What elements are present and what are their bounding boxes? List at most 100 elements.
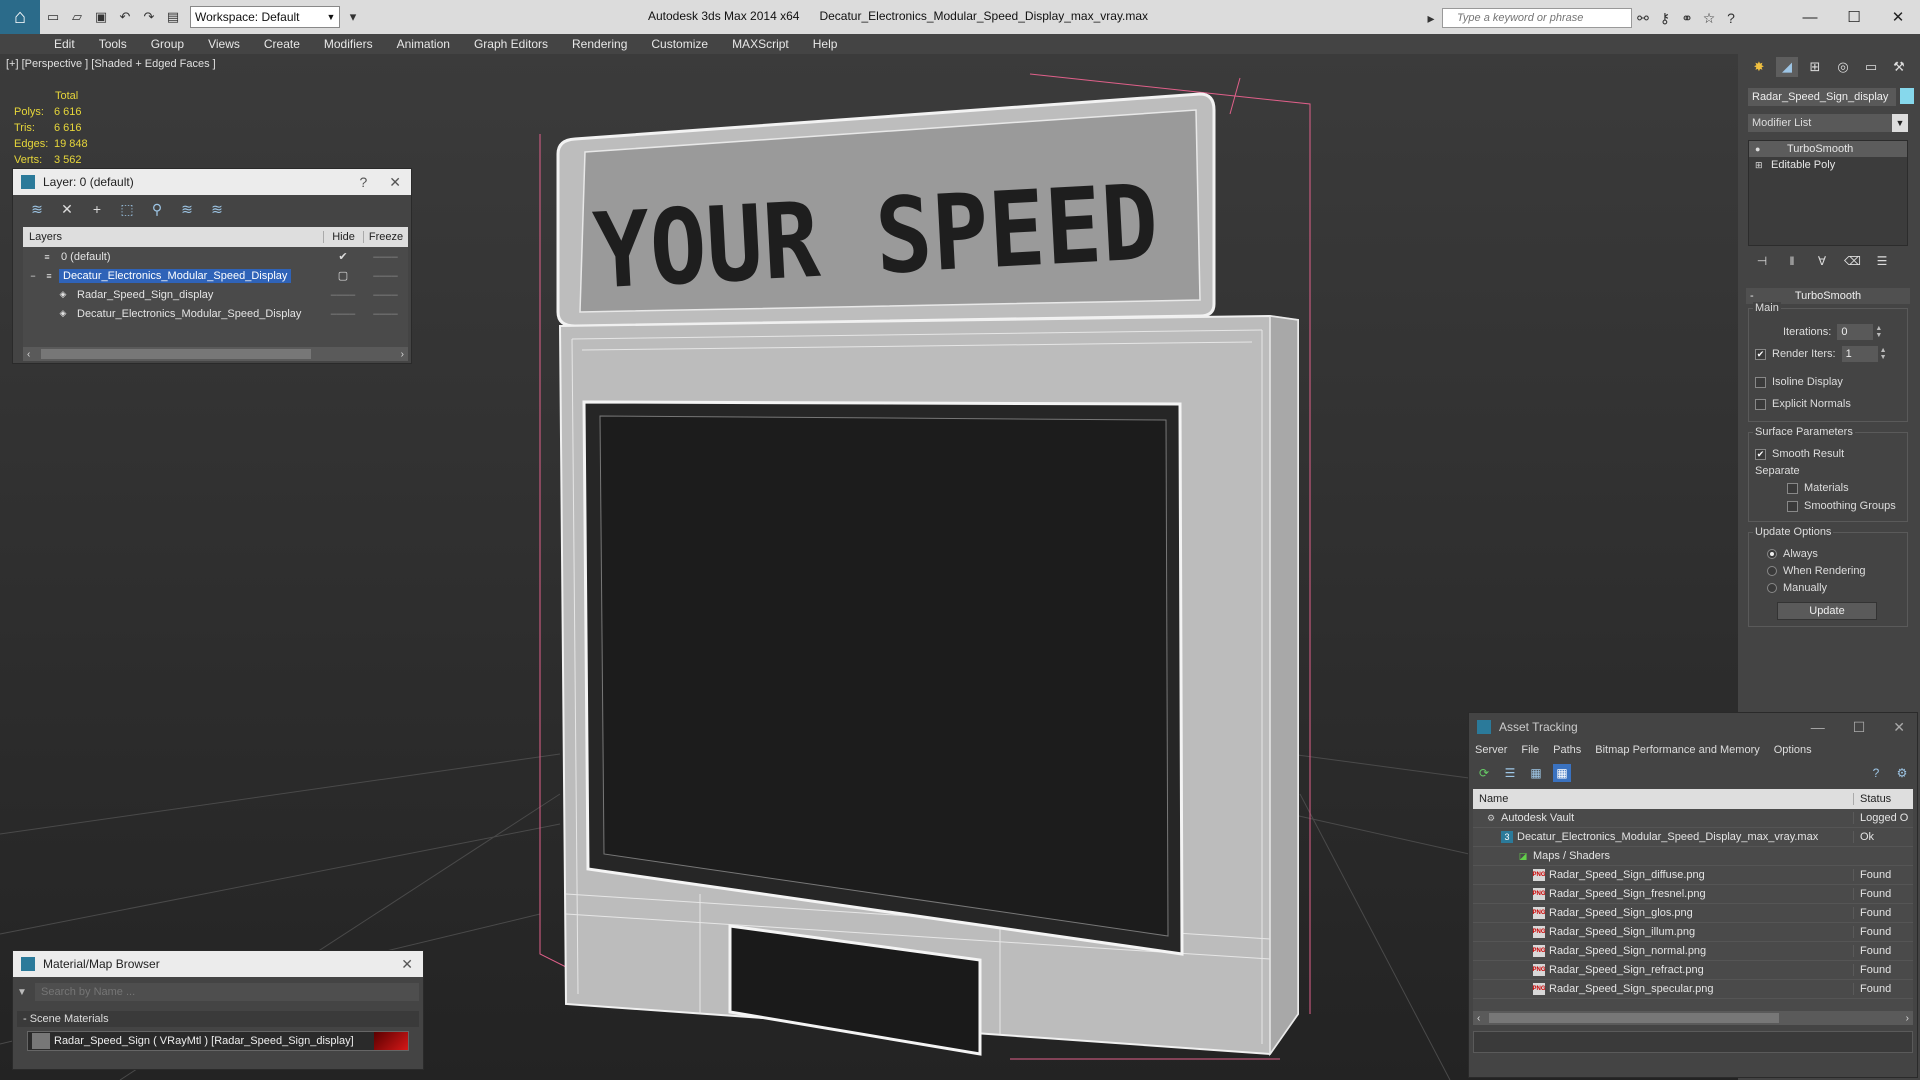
make-unique-icon[interactable]: ∀ xyxy=(1814,254,1830,270)
col-status[interactable]: Status xyxy=(1853,793,1891,805)
material-item[interactable]: Radar_Speed_Sign ( VRayMtl ) [Radar_Spee… xyxy=(27,1031,409,1051)
when-rendering-radio[interactable] xyxy=(1767,565,1777,576)
layer-horizontal-scrollbar[interactable]: ‹ › xyxy=(23,347,408,361)
scroll-thumb[interactable] xyxy=(1489,1013,1779,1023)
scroll-left-icon[interactable]: ‹ xyxy=(27,349,30,360)
quick-access-menu-icon[interactable]: ▾ xyxy=(342,6,364,28)
col-hide[interactable]: Hide xyxy=(323,231,363,243)
asset-menu-options[interactable]: Options xyxy=(1774,744,1812,756)
close-icon[interactable]: ✕ xyxy=(1876,0,1920,34)
layer-row[interactable]: − ≡ Decatur_Electronics_Modular_Speed_Disp… xyxy=(23,266,408,285)
material-browser-titlebar[interactable]: Material/Map Browser ✕ xyxy=(13,951,423,977)
select-objects-icon[interactable]: ⬚ xyxy=(117,199,137,219)
asset-tracking-titlebar[interactable]: Asset Tracking — ☐ ✕ xyxy=(1469,713,1917,741)
project-folder-icon[interactable]: ▤ xyxy=(162,6,184,28)
lightbulb-icon[interactable]: ● xyxy=(1755,144,1765,154)
highlight-layer-icon[interactable]: ⚲ xyxy=(147,199,167,219)
app-logo-icon[interactable]: ⌂ xyxy=(0,0,40,34)
stack-item-editable-poly[interactable]: ⊞ Editable Poly xyxy=(1749,157,1907,173)
thumbnail-view-icon[interactable]: ▦ xyxy=(1527,764,1545,782)
always-radio[interactable] xyxy=(1767,548,1777,559)
layer-hide-toggle[interactable]: –––– xyxy=(323,289,363,301)
stack-item-turbosmooth[interactable]: ● TurboSmooth xyxy=(1749,141,1907,157)
render-iters-checkbox[interactable]: ✔ xyxy=(1755,348,1766,360)
render-iters-spinner[interactable]: 1 xyxy=(1841,346,1878,362)
key-icon[interactable]: ⚷ xyxy=(1654,8,1676,28)
smoothing-groups-checkbox[interactable] xyxy=(1787,500,1798,512)
utilities-tab-icon[interactable]: ⚒ xyxy=(1888,57,1910,77)
display-tab-icon[interactable]: ▭ xyxy=(1860,57,1882,77)
hierarchy-tab-icon[interactable]: ⊞ xyxy=(1804,57,1826,77)
help-icon[interactable]: ? xyxy=(1867,764,1885,782)
favorites-star-icon[interactable]: ☆ xyxy=(1698,8,1720,28)
explicit-normals-checkbox[interactable] xyxy=(1755,398,1766,410)
asset-row[interactable]: ◪ Maps / Shaders xyxy=(1473,847,1913,866)
layer-freeze-toggle[interactable]: –––– xyxy=(363,270,408,282)
layer-hide-toggle[interactable]: –––– xyxy=(323,308,363,320)
collapse-icon[interactable]: − xyxy=(27,270,39,282)
redo-icon[interactable]: ↷ xyxy=(138,6,160,28)
layer-panel-titlebar[interactable]: Layer: 0 (default) ? ✕ xyxy=(13,169,411,195)
asset-menu-server[interactable]: Server xyxy=(1475,744,1507,756)
help-icon[interactable]: ? xyxy=(1720,8,1742,28)
layer-freeze-toggle[interactable]: –––– xyxy=(363,289,408,301)
delete-layer-icon[interactable]: ✕ xyxy=(57,199,77,219)
list-view-icon[interactable]: ☰ xyxy=(1501,764,1519,782)
link-icon[interactable]: ⚭ xyxy=(1676,8,1698,28)
asset-row[interactable]: 3 Decatur_Electronics_Modular_Speed_Displ… xyxy=(1473,828,1913,847)
menu-maxscript[interactable]: MAXScript xyxy=(732,37,789,51)
motion-tab-icon[interactable]: ◎ xyxy=(1832,57,1854,77)
search-input[interactable] xyxy=(1442,8,1632,28)
scroll-right-icon[interactable]: › xyxy=(1906,1013,1909,1024)
spinner-arrows-icon[interactable]: ▲ ▼ xyxy=(1880,347,1888,361)
menu-customize[interactable]: Customize xyxy=(651,37,708,51)
binoculars-icon[interactable]: ⚯ xyxy=(1632,8,1654,28)
col-layers[interactable]: Layers xyxy=(23,231,323,243)
scroll-right-icon[interactable]: › xyxy=(401,349,404,360)
spinner-arrows-icon[interactable]: ▲ ▼ xyxy=(1875,325,1883,339)
layer-row[interactable]: ≡ 0 (default) ✔ –––– xyxy=(23,247,408,266)
asset-menu-bitmap[interactable]: Bitmap Performance and Memory xyxy=(1595,744,1759,756)
viewport-label[interactable]: [+] [Perspective ] [Shaded + Edged Faces… xyxy=(6,58,216,70)
layer-row[interactable]: ◈ Radar_Speed_Sign_display –––– –––– xyxy=(23,285,408,304)
iterations-spinner[interactable]: 0 xyxy=(1837,324,1874,340)
expand-icon[interactable]: ⊞ xyxy=(1755,160,1765,171)
freeze-all-icon[interactable]: ≋ xyxy=(207,199,227,219)
table-view-icon[interactable]: ▦ xyxy=(1553,764,1571,782)
material-search-input[interactable] xyxy=(35,983,419,1001)
asset-row[interactable]: PNG Radar_Speed_Sign_refract.png Found xyxy=(1473,961,1913,980)
show-end-result-icon[interactable]: ‖ xyxy=(1784,254,1800,270)
object-color-swatch[interactable] xyxy=(1900,88,1914,104)
scene-materials-section[interactable]: - Scene Materials xyxy=(17,1011,419,1027)
asset-menu-paths[interactable]: Paths xyxy=(1553,744,1581,756)
manually-radio[interactable] xyxy=(1767,582,1777,593)
modifier-list-dropdown[interactable]: Modifier List ▼ xyxy=(1748,114,1908,132)
smooth-result-checkbox[interactable]: ✔ xyxy=(1755,448,1766,460)
asset-row[interactable]: PNG Radar_Speed_Sign_glos.png Found xyxy=(1473,904,1913,923)
col-name[interactable]: Name xyxy=(1473,793,1853,805)
maximize-icon[interactable]: ☐ xyxy=(1832,0,1876,34)
asset-row[interactable]: ⚙ Autodesk Vault Logged O xyxy=(1473,809,1913,828)
close-icon[interactable]: ✕ xyxy=(401,956,413,973)
minimize-icon[interactable]: — xyxy=(1788,0,1832,34)
maximize-icon[interactable]: ☐ xyxy=(1853,719,1866,736)
hide-all-icon[interactable]: ≋ xyxy=(177,199,197,219)
layer-freeze-toggle[interactable]: –––– xyxy=(363,308,408,320)
minimize-icon[interactable]: — xyxy=(1811,719,1825,736)
remove-modifier-icon[interactable]: ⌫ xyxy=(1844,254,1861,270)
menu-create[interactable]: Create xyxy=(264,37,300,51)
scroll-left-icon[interactable]: ‹ xyxy=(1477,1013,1480,1024)
object-name-field[interactable]: Radar_Speed_Sign_display xyxy=(1748,88,1896,106)
scroll-thumb[interactable] xyxy=(41,349,311,359)
layer-settings-icon[interactable]: ≋ xyxy=(27,199,47,219)
layer-hide-toggle[interactable]: ▢ xyxy=(323,269,363,282)
asset-menu-file[interactable]: File xyxy=(1521,744,1539,756)
isoline-checkbox[interactable] xyxy=(1755,376,1766,388)
create-tab-icon[interactable]: ✸ xyxy=(1748,57,1770,77)
asset-row[interactable]: PNG Radar_Speed_Sign_normal.png Found xyxy=(1473,942,1913,961)
menu-help[interactable]: Help xyxy=(813,37,838,51)
undo-icon[interactable]: ↶ xyxy=(114,6,136,28)
menu-tools[interactable]: Tools xyxy=(99,37,127,51)
menu-group[interactable]: Group xyxy=(151,37,184,51)
configure-sets-icon[interactable]: ☰ xyxy=(1874,254,1890,270)
